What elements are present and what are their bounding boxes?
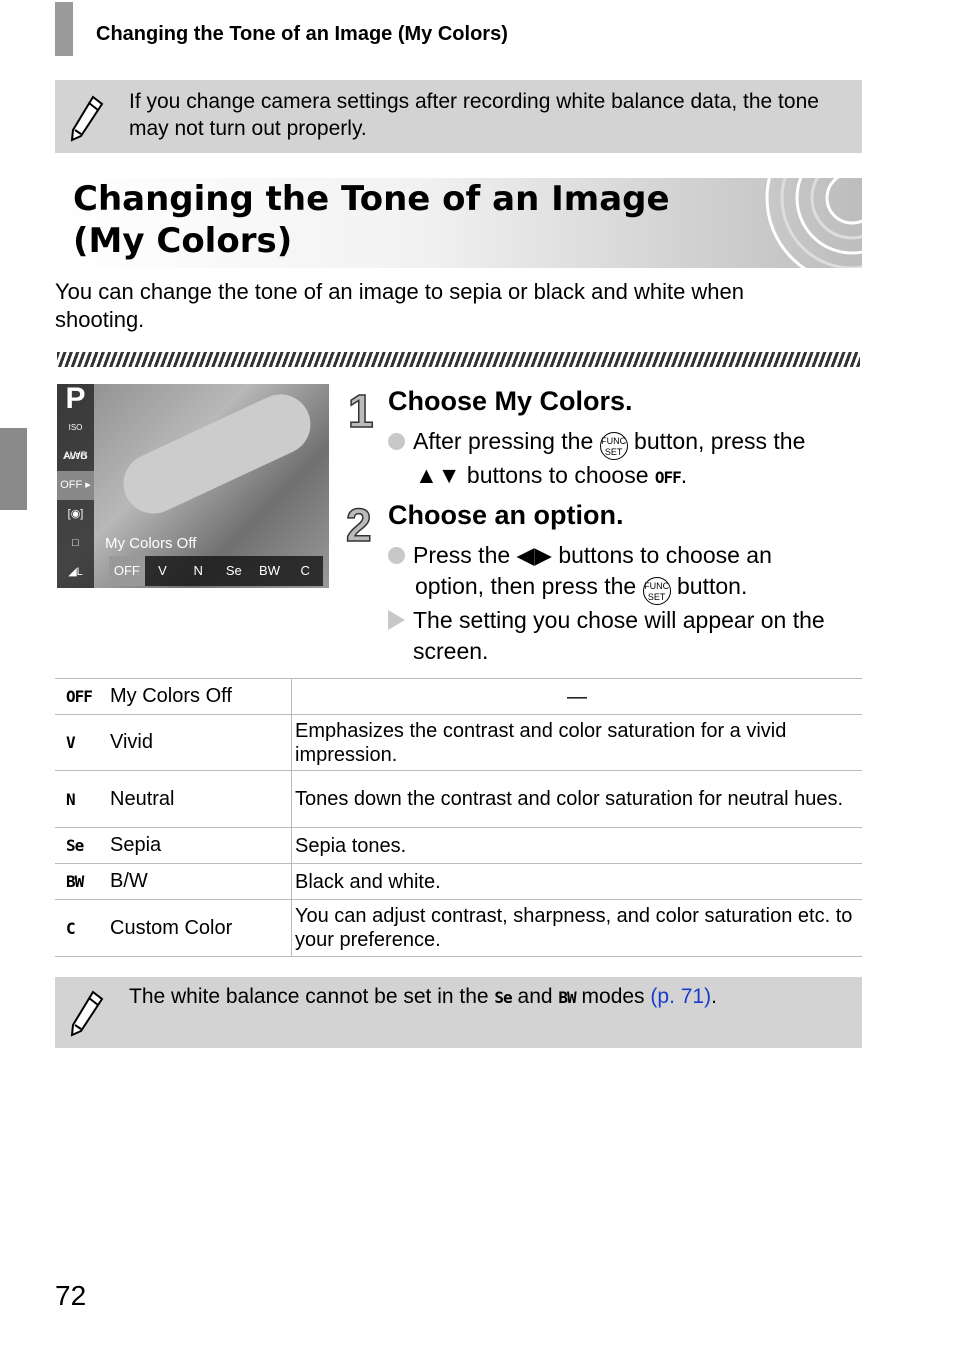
metering-icon: [◉] xyxy=(67,508,84,520)
chapter-tab xyxy=(0,428,27,510)
option-bar: OFF V N Se BW C xyxy=(109,556,323,586)
step-number: 2 xyxy=(345,498,372,552)
function-menu: P ISO AUTO AWB OFF ▸ [◉] □ ◢L xyxy=(57,384,94,588)
info-note: The white balance cannot be set in the S… xyxy=(55,977,862,1048)
awb-icon: AWB xyxy=(63,450,88,462)
size-icon: ◢L xyxy=(68,566,83,578)
option-custom-icon: C xyxy=(300,563,310,578)
bw-icon: BW xyxy=(66,872,84,891)
result-arrow-icon xyxy=(388,610,405,630)
iso-icon: ISO AUTO xyxy=(64,423,87,461)
pencil-icon xyxy=(70,95,104,142)
table-row: BW B/W Black and white. xyxy=(55,863,862,900)
note-text: If you change camera settings after reco… xyxy=(129,90,819,140)
intro-text: You can change the tone of an image to s… xyxy=(55,279,745,332)
table-row: OFF My Colors Off — xyxy=(55,678,862,715)
step-title: Choose an option. xyxy=(388,500,624,530)
note-text: The white balance cannot be set in the S… xyxy=(129,985,717,1008)
my-colors-icon: OFF ▸ xyxy=(57,471,94,500)
camera-screen: P ISO AUTO AWB OFF ▸ [◉] □ ◢L My Colors … xyxy=(57,384,329,588)
table-row: Se Sepia Sepia tones. xyxy=(55,827,862,864)
neutral-icon: N xyxy=(66,789,76,809)
sepia-icon: Se xyxy=(494,988,512,1007)
bw-icon: BW xyxy=(558,988,576,1007)
decorative-circles xyxy=(765,178,862,268)
pencil-icon xyxy=(70,990,104,1037)
option-vivid-icon: V xyxy=(158,563,167,578)
vivid-icon: V xyxy=(66,733,76,752)
sepia-icon: Se xyxy=(66,836,84,855)
func-set-icon: FUNC SET xyxy=(642,577,671,605)
section-banner: Changing the Tone of an Image (My Colors) xyxy=(55,178,862,268)
section-title: Changing the Tone of an Image (My Colors) xyxy=(73,179,670,261)
page-number: 72 xyxy=(55,1280,87,1311)
option-label: My Colors Off xyxy=(105,535,197,552)
step-number: 1 xyxy=(347,384,374,438)
option-off-icon: OFF xyxy=(109,556,145,586)
running-header: Changing the Tone of an Image (My Colors… xyxy=(96,23,508,45)
options-table: OFF My Colors Off — V Vivid Emphasizes the c… xyxy=(55,678,862,957)
option-neutral-icon: N xyxy=(193,563,203,578)
header-bar xyxy=(55,2,73,56)
table-row: N Neutral Tones down the contrast and colo… xyxy=(55,770,862,828)
page-link[interactable]: (p. 71) xyxy=(650,985,711,1008)
divider xyxy=(57,352,860,367)
left-right-arrows-icon: ◀▶ xyxy=(516,542,552,568)
step-text: After pressing the FUNC SET button, pres… xyxy=(388,426,858,493)
drive-icon: □ xyxy=(72,537,79,549)
step-text: Press the ◀▶ buttons to choose an option… xyxy=(388,540,858,667)
custom-color-icon: C xyxy=(66,918,76,938)
airplane-image xyxy=(113,384,321,524)
mode-indicator: P xyxy=(65,384,86,415)
bullet-icon xyxy=(388,547,405,564)
option-bw-icon: BW xyxy=(259,563,280,578)
result-text: The setting you chose will appear on the… xyxy=(413,607,825,664)
step-title: Choose My Colors. xyxy=(388,386,633,416)
my-colors-off-icon: OFF xyxy=(66,687,93,706)
table-row: C Custom Color You can adjust contrast, sh… xyxy=(55,899,862,957)
bullet-icon xyxy=(388,433,405,450)
func-set-icon: FUNC SET xyxy=(599,432,628,460)
up-down-arrows-icon: ▲▼ xyxy=(415,462,461,488)
table-row: V Vivid Emphasizes the contrast and color … xyxy=(55,714,862,771)
option-sepia-icon: Se xyxy=(225,563,242,578)
my-colors-off-icon: OFF xyxy=(654,468,682,487)
caution-note: If you change camera settings after reco… xyxy=(55,80,862,153)
